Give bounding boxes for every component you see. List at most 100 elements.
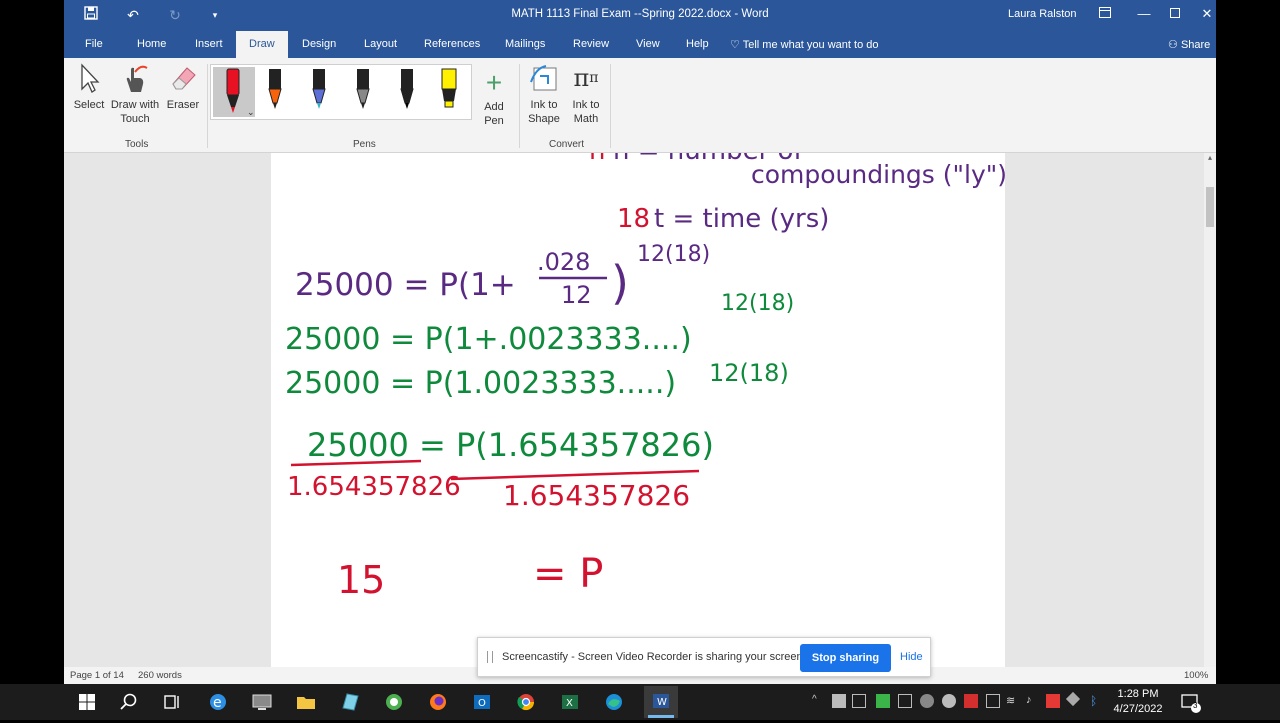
clock-time: 1:28 PM [1117, 688, 1159, 700]
user-name[interactable]: Laura Ralston [1008, 8, 1077, 20]
drag-handle-icon[interactable] [487, 651, 493, 663]
svg-text:X: X [566, 698, 573, 709]
add-pen-button[interactable]: + Add Pen [478, 67, 510, 128]
ribbon-tabs: File Home Insert Draw Design Layout Refe… [64, 31, 1216, 58]
app-icon-monitor[interactable] [250, 690, 274, 714]
add-pen-label: Add Pen [484, 101, 504, 127]
tray-app-icon[interactable] [942, 694, 956, 708]
eraser-icon [172, 67, 196, 90]
ink-compoundings: compoundings ("ly") [751, 160, 1005, 189]
svg-text:e: e [213, 695, 222, 711]
pen-black[interactable] [393, 67, 421, 117]
draw-with-touch-button[interactable]: Draw with Touch [110, 62, 160, 126]
tab-layout[interactable]: Layout [364, 38, 397, 50]
wifi-icon[interactable]: ≋ [1006, 694, 1020, 708]
tray-app-icon[interactable] [898, 694, 912, 708]
notes-app-icon[interactable] [338, 690, 362, 714]
eraser-label: Eraser [166, 99, 200, 111]
scroll-thumb[interactable] [1206, 187, 1214, 227]
svg-text:O: O [478, 698, 486, 709]
task-view-icon[interactable] [160, 690, 184, 714]
windows-start-icon[interactable] [75, 690, 99, 714]
ribbon-display-options-icon[interactable] [1091, 4, 1119, 24]
stop-sharing-button[interactable]: Stop sharing [800, 644, 891, 672]
group-separator [207, 64, 208, 148]
pen-orange[interactable] [261, 67, 289, 117]
page-count[interactable]: Page 1 of 14 [70, 670, 124, 681]
pen-gallery: ⌄ [210, 64, 472, 120]
ink-to-shape-button[interactable]: Ink to Shape [526, 62, 562, 126]
tab-draw[interactable]: Draw [236, 31, 288, 58]
ink-eq1-lhs: 25000 = P(1+ [295, 267, 516, 303]
clock[interactable]: 1:28 PM 4/27/2022 [1108, 687, 1168, 717]
tray-app-icon[interactable] [964, 694, 978, 708]
highlighter-yellow[interactable] [435, 67, 463, 117]
pen-red[interactable]: ⌄ [213, 67, 255, 118]
tab-references[interactable]: References [424, 38, 480, 50]
volume-icon[interactable]: ♪ [1026, 694, 1040, 708]
tab-home[interactable]: Home [137, 38, 166, 50]
close-button[interactable]: ✕ [1193, 4, 1216, 24]
ink-divide-line-right [450, 469, 700, 481]
minimize-button[interactable]: — [1130, 4, 1158, 24]
tell-me-search[interactable]: ♡ Tell me what you want to do [730, 38, 878, 51]
group-separator [519, 64, 520, 148]
search-icon[interactable] [117, 690, 141, 714]
pen-blue-galaxy[interactable] [305, 67, 333, 117]
notification-center-icon[interactable]: 3 [1178, 690, 1202, 714]
firefox-icon[interactable] [426, 690, 450, 714]
scroll-up-icon[interactable]: ▴ [1204, 153, 1216, 162]
tab-view[interactable]: View [636, 38, 660, 50]
vertical-scrollbar[interactable]: ▴ [1204, 153, 1216, 667]
tab-insert[interactable]: Insert [195, 38, 223, 50]
tools-group-label: Tools [125, 139, 149, 150]
tab-mailings[interactable]: Mailings [505, 38, 545, 50]
touch-hand-icon [126, 65, 148, 92]
ink-n-symbol: n [589, 153, 605, 166]
tray-app-icon[interactable] [920, 694, 934, 708]
ink-time-definition: t = time (yrs) [654, 204, 829, 234]
edge-icon[interactable] [602, 690, 626, 714]
hide-button[interactable]: Hide [900, 651, 923, 663]
word-count[interactable]: 260 words [138, 670, 182, 681]
ink-eq1-exponent: 12(18) [637, 242, 710, 267]
select-button[interactable]: Select [72, 62, 106, 112]
convert-group-label: Convert [549, 139, 585, 150]
chrome-icon[interactable] [514, 690, 538, 714]
ink-to-math-button[interactable]: ππ Ink to Math [567, 62, 605, 126]
bluetooth-icon[interactable]: ᛒ [1090, 694, 1104, 708]
internet-explorer-icon[interactable]: e [206, 690, 230, 714]
tray-app-icon[interactable] [1046, 694, 1060, 708]
select-label: Select [73, 99, 105, 111]
ink-result-left: 15 [337, 558, 385, 602]
tab-review[interactable]: Review [573, 38, 609, 50]
outlook-icon[interactable]: O [470, 690, 494, 714]
screen-share-bar: Screencastify - Screen Video Recorder is… [477, 637, 931, 677]
eraser-button[interactable]: Eraser [164, 62, 202, 112]
tray-app-icon[interactable] [832, 694, 846, 708]
tray-app-icon[interactable] [852, 694, 866, 708]
plus-icon: + [485, 67, 503, 98]
pen-gray[interactable] [349, 67, 377, 117]
tab-help[interactable]: Help [686, 38, 709, 50]
tab-file[interactable]: File [85, 38, 103, 50]
tray-app-icon[interactable] [1065, 691, 1081, 707]
ink-time-value: 18 [617, 204, 650, 234]
screen: ↶ ↻ ▾ MATH 1113 Final Exam --Spring 2022… [0, 0, 1280, 720]
ink-to-shape-icon [530, 65, 557, 91]
word-taskbar-icon[interactable]: W [644, 686, 678, 718]
title-bar: ↶ ↻ ▾ MATH 1113 Final Exam --Spring 2022… [64, 0, 1216, 31]
tab-design[interactable]: Design [302, 38, 336, 50]
zoom-level[interactable]: 100% [1184, 670, 1208, 681]
tray-app-icon[interactable] [876, 694, 890, 708]
maximize-button[interactable] [1161, 4, 1189, 24]
document-page[interactable]: n n = number of compoundings ("ly") 18 t… [271, 153, 1005, 667]
globe-app-icon[interactable] [382, 690, 406, 714]
excel-icon[interactable]: X [558, 690, 582, 714]
share-button[interactable]: ⚇ Share [1168, 38, 1210, 51]
file-explorer-icon[interactable] [294, 690, 318, 714]
pi-icon: ππ [573, 64, 599, 92]
ink-canvas: n n = number of compoundings ("ly") 18 t… [285, 153, 1005, 602]
show-hidden-icons[interactable]: ^ [812, 694, 826, 708]
battery-icon[interactable] [986, 694, 1000, 708]
